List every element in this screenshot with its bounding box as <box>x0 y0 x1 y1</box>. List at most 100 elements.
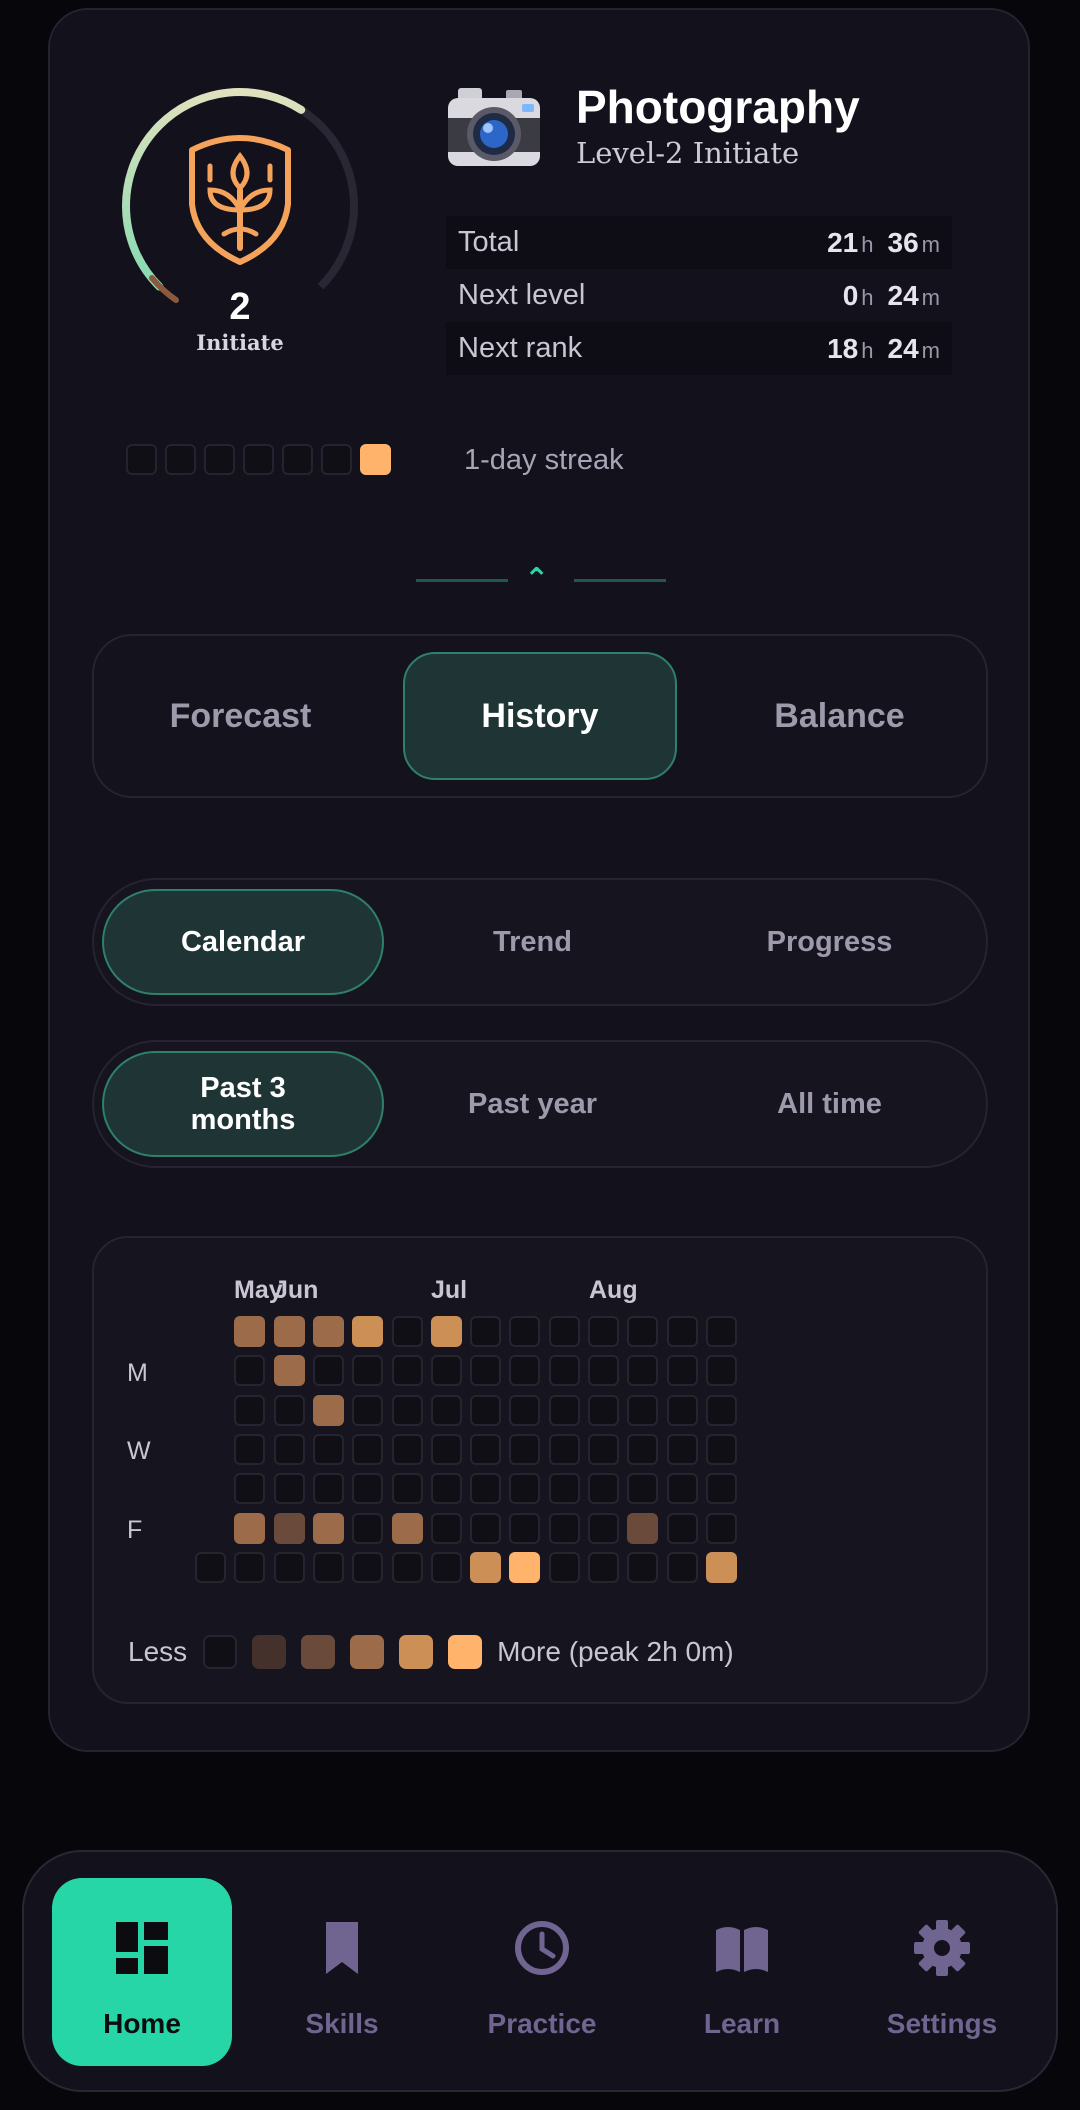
heatmap-cell <box>470 1355 502 1387</box>
heatmap-cell <box>627 1473 659 1505</box>
streak-boxes <box>126 444 391 475</box>
heatmap-cell <box>509 1433 541 1465</box>
collapse-toggle[interactable]: ⌃ <box>414 560 666 600</box>
chevron-up-icon: ⌃ <box>524 563 550 596</box>
level-number: 2 <box>229 286 251 328</box>
heatmap-cell <box>588 1512 619 1544</box>
heatmap-cell <box>666 1473 698 1505</box>
streak-text: 1-day streak <box>464 444 624 476</box>
stats-table: Total 21 h 36 m Next level 0 h 24 m Next rank … <box>446 216 952 375</box>
tab-forecast[interactable]: Forecast <box>94 697 387 736</box>
heatmap-cell <box>234 1512 266 1544</box>
heatmap-cell <box>430 1394 462 1426</box>
legend-swatch <box>203 1635 238 1669</box>
tab-progress[interactable]: Progress <box>681 926 978 959</box>
stat-row-total: Total 21 h 36 m <box>446 216 952 269</box>
heatmap-cell <box>548 1316 580 1347</box>
heatmap-cell <box>705 1394 737 1426</box>
heatmap-cell <box>273 1512 305 1544</box>
tab-history[interactable]: History <box>403 652 677 780</box>
heatmap-cell <box>588 1551 619 1583</box>
heatmap-cell <box>627 1512 659 1544</box>
book-icon <box>716 1927 768 1972</box>
heatmap-cell <box>627 1316 659 1347</box>
nav-learn[interactable]: Learn <box>652 1878 832 2066</box>
heatmap-cell <box>273 1316 305 1347</box>
heatmap-cell <box>548 1433 580 1465</box>
month-label-aug: Aug <box>589 1276 638 1304</box>
heatmap-cell <box>705 1433 737 1465</box>
heatmap-cell <box>234 1551 266 1583</box>
skill-subtitle: Level-2 Initiate <box>576 136 800 170</box>
heatmap-cell <box>705 1355 737 1387</box>
heatmap-cell <box>352 1355 384 1387</box>
shield-sprout-icon <box>189 135 291 265</box>
heatmap-cell <box>273 1473 305 1505</box>
heatmap-cell <box>312 1316 344 1347</box>
heatmap-cell <box>627 1355 659 1387</box>
heatmap-cell <box>705 1316 737 1347</box>
heatmap-cell <box>352 1551 384 1583</box>
nav-home[interactable]: Home <box>52 1878 232 2066</box>
stat-label: Next level <box>458 279 586 311</box>
stat-row-next-rank: Next rank 18 h 24 m <box>446 322 952 375</box>
divider-line <box>574 579 666 582</box>
divider-line <box>416 579 508 582</box>
heatmap-cell <box>234 1433 266 1465</box>
heatmap-cell <box>470 1316 502 1347</box>
heatmap-cell <box>430 1433 462 1465</box>
legend-swatches <box>203 1635 497 1669</box>
stat-value: 21 h 36 m <box>827 226 940 258</box>
heatmap-cell <box>705 1551 737 1583</box>
nav-label: Learn <box>703 2008 781 2039</box>
heatmap-cell <box>588 1316 619 1347</box>
tab-all-time[interactable]: All time <box>681 1088 978 1121</box>
skill-title: Photography <box>576 81 860 133</box>
stat-label: Total <box>458 226 520 258</box>
heatmap-cell <box>588 1433 619 1465</box>
heatmap-cell <box>391 1512 423 1544</box>
heatmap-cell <box>234 1473 266 1505</box>
heatmap-cell <box>470 1512 502 1544</box>
heatmap-cell <box>666 1551 698 1583</box>
tab-past-3-months[interactable]: Past 3 months <box>102 1051 384 1157</box>
stat-value: 18 h 24 m <box>827 332 940 364</box>
heatmap-cell <box>509 1394 541 1426</box>
tab-trend[interactable]: Trend <box>384 926 681 959</box>
nav-skills[interactable]: Skills <box>252 1878 432 2066</box>
heatmap-cell <box>430 1316 462 1347</box>
nav-settings[interactable]: Settings <box>852 1878 1032 2066</box>
rank-name: Initiate <box>196 330 284 355</box>
stat-value: 0 h 24 m <box>842 279 940 311</box>
nav-label: Settings <box>886 2008 998 2039</box>
heatmap-cell <box>627 1394 659 1426</box>
heatmap-cell <box>430 1551 462 1583</box>
nav-practice[interactable]: Practice <box>452 1878 632 2066</box>
heatmap-cell <box>470 1394 502 1426</box>
streak-day-box <box>204 444 235 475</box>
legend-swatch <box>252 1635 287 1669</box>
heatmap-cell <box>273 1355 305 1387</box>
heatmap-cell <box>548 1551 580 1583</box>
heatmap-cell <box>391 1473 423 1505</box>
heatmap-cell <box>273 1551 305 1583</box>
tab-past-year[interactable]: Past year <box>384 1088 681 1121</box>
tab-calendar[interactable]: Calendar <box>102 889 384 995</box>
month-label-jun: Jun <box>274 1276 319 1304</box>
streak-day-box <box>282 444 313 475</box>
heatmap-cell <box>509 1355 541 1387</box>
heatmap-cell <box>548 1355 580 1387</box>
heatmap-cell <box>666 1512 698 1544</box>
chart-type-tabs: Calendar Trend Progress <box>92 878 988 1006</box>
heatmap-cell <box>666 1316 698 1347</box>
heatmap-cell <box>312 1433 344 1465</box>
heatmap-cell <box>548 1394 580 1426</box>
tab-balance[interactable]: Balance <box>693 697 986 736</box>
streak-day-box <box>126 444 157 475</box>
heatmap-cell <box>705 1512 737 1544</box>
legend-swatch <box>301 1635 336 1669</box>
heatmap-cell <box>509 1551 541 1583</box>
heatmap-cell <box>273 1433 305 1465</box>
gear-icon <box>914 1920 970 1976</box>
heatmap-cell <box>430 1473 462 1505</box>
